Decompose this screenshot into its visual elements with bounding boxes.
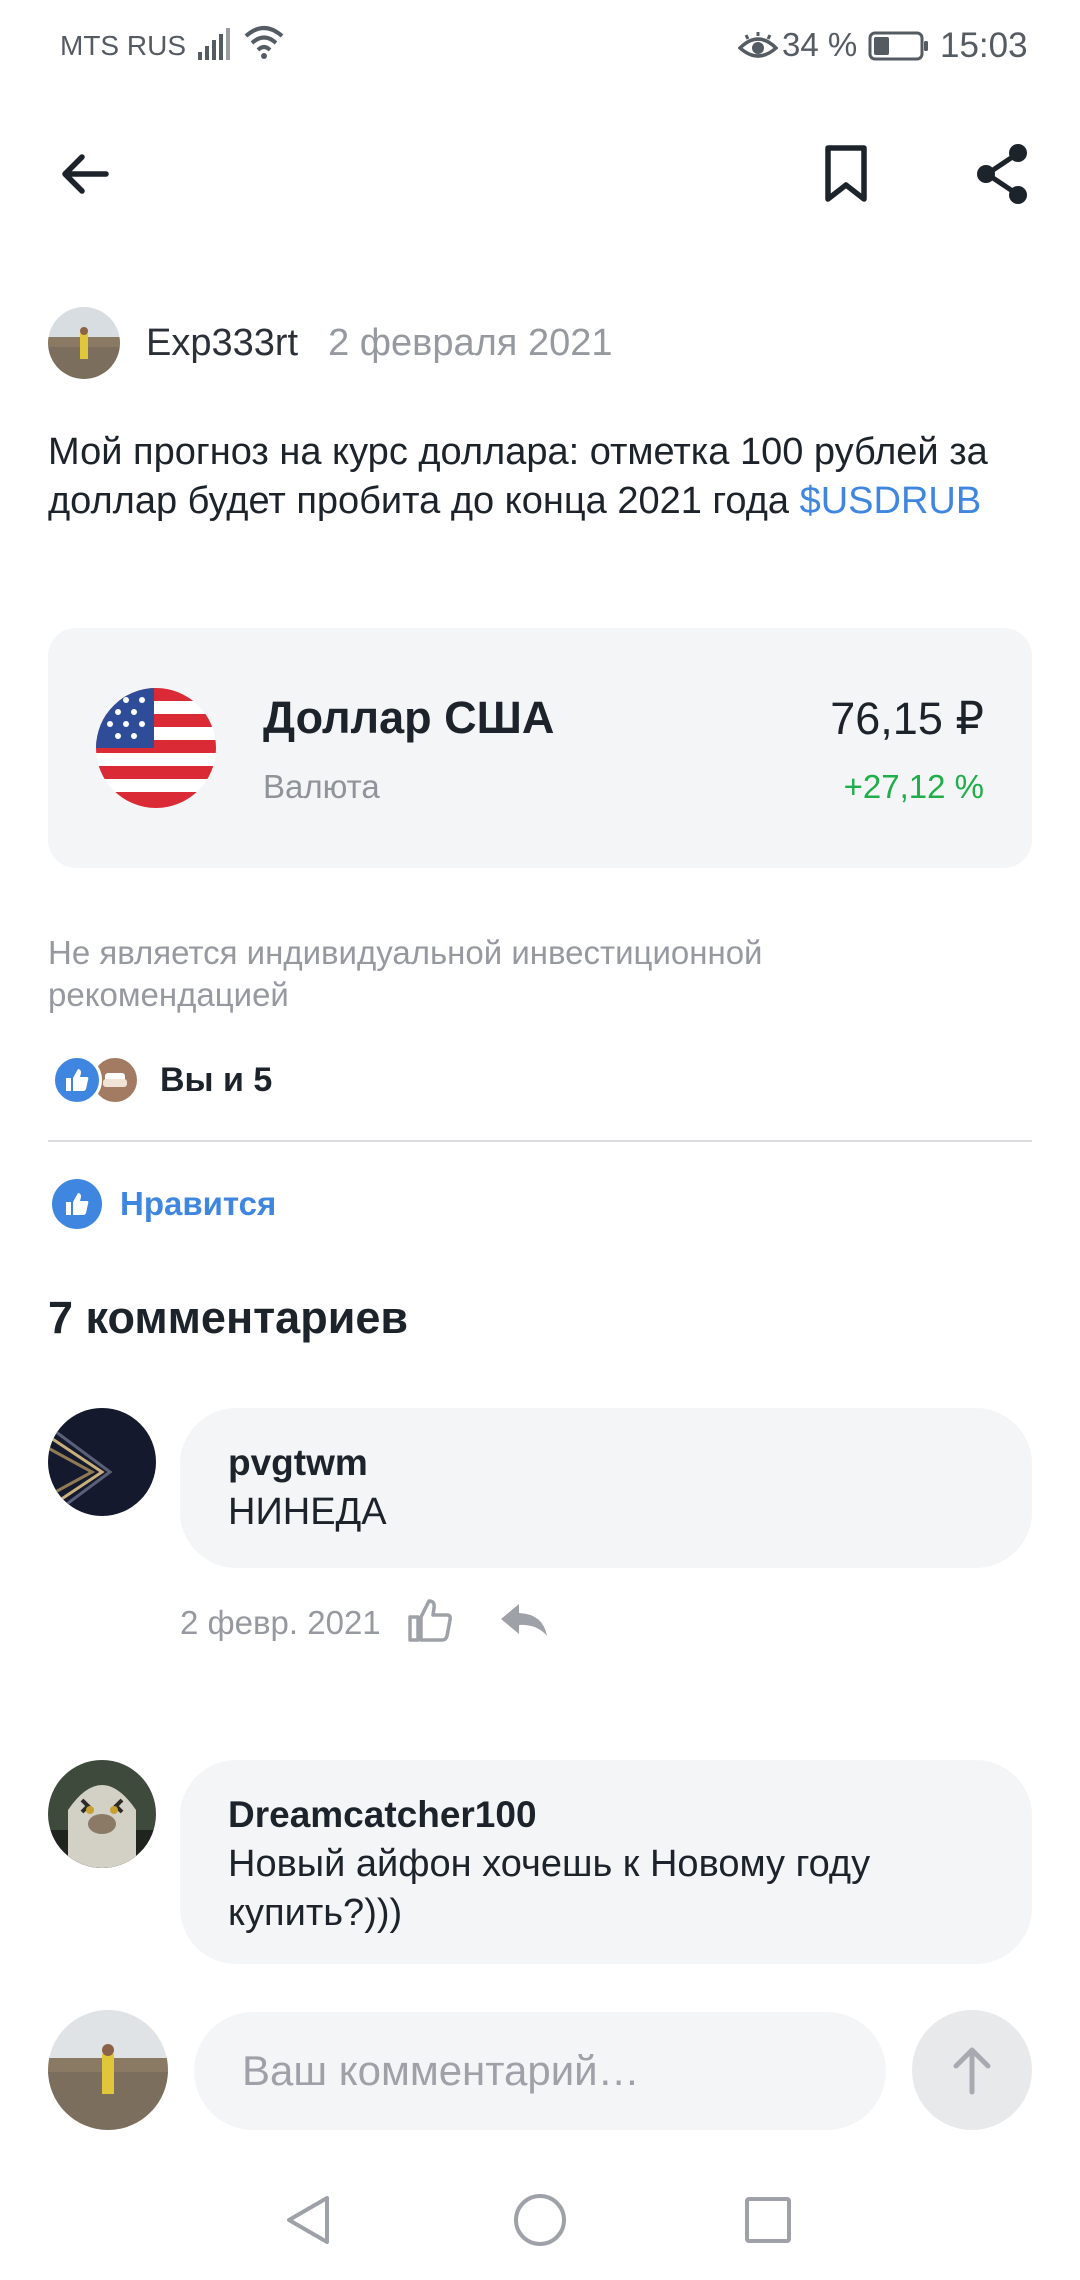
top-toolbar [0, 130, 1080, 220]
square-recents-icon [745, 2197, 791, 2243]
comment-item: Dreamcatcher100 Новый айфон хочешь к Нов… [48, 1760, 1032, 1964]
battery-percent: 34 % [782, 26, 858, 63]
commenter-avatar[interactable] [48, 1760, 156, 1868]
commenter-name[interactable]: Dreamcatcher100 [228, 1790, 984, 1840]
arrow-left-icon [62, 154, 109, 194]
divider [48, 1140, 1032, 1142]
bookmark-button[interactable] [806, 134, 886, 214]
comment-bubble[interactable]: pvgtwm НИНЕДА [180, 1408, 1032, 1568]
carrier-label: MTS RUS [60, 30, 186, 61]
thumbs-up-icon [52, 1055, 102, 1105]
share-button[interactable] [962, 134, 1042, 214]
triangle-back-icon [287, 2196, 329, 2244]
comment-text: Новый айфон хочешь к Новому году купить?… [228, 1843, 871, 1934]
commenter-name[interactable]: pvgtwm [228, 1438, 984, 1488]
like-button[interactable]: Нравится [52, 1176, 276, 1232]
nav-home-button[interactable] [500, 2180, 580, 2260]
instrument-card[interactable]: Доллар США Валюта 76,15 ₽ +27,12 % [48, 628, 1032, 868]
system-nav-bar [0, 2150, 1080, 2280]
ticker-link[interactable]: $USDRUB [800, 480, 982, 522]
nav-recents-button[interactable] [728, 2180, 808, 2260]
instrument-price: 76,15 ₽ [830, 693, 984, 744]
instrument-change: +27,12 % [843, 768, 984, 805]
instrument-type: Валюта [263, 768, 380, 805]
comments-title: 7 комментариев [48, 1292, 409, 1343]
disclaimer: Не является индивидуальной инвестиционно… [48, 934, 763, 1013]
comment-like-icon[interactable] [405, 1596, 455, 1649]
arrow-up-icon [953, 2047, 991, 2095]
status-bar: MTS RUS 34 % 15:03 [0, 0, 1080, 96]
author-name[interactable]: Exp333rt [146, 322, 298, 365]
instrument-name: Доллар США [263, 692, 555, 743]
battery-icon [868, 30, 930, 67]
signal-icon [196, 26, 232, 67]
clock: 15:03 [940, 26, 1028, 65]
comment-input-bar [0, 1990, 1080, 2150]
back-button[interactable] [44, 134, 124, 214]
likes-count: Вы и 5 [160, 1060, 273, 1099]
comment-input[interactable] [194, 2012, 886, 2130]
thumbs-up-icon [52, 1179, 102, 1229]
comment-meta: 2 февр. 2021 [180, 1596, 549, 1649]
circle-home-icon [514, 2194, 566, 2246]
send-button[interactable] [912, 2010, 1032, 2130]
us-flag-icon [96, 688, 216, 808]
comment-bubble[interactable]: Dreamcatcher100 Новый айфон хочешь к Нов… [180, 1760, 1032, 1964]
nav-back-button[interactable] [268, 2180, 348, 2260]
current-user-avatar [48, 2010, 168, 2130]
eye-comfort-icon [737, 30, 779, 67]
post-author-row: Exp333rt 2 февраля 2021 [48, 305, 612, 381]
likes-summary[interactable]: Вы и 5 [52, 1052, 272, 1108]
author-avatar[interactable] [48, 307, 120, 379]
bookmark-icon [825, 145, 867, 202]
post-date: 2 февраля 2021 [328, 321, 613, 364]
comment-date: 2 февр. 2021 [180, 1603, 381, 1641]
comment-text: НИНЕДА [228, 1491, 387, 1533]
commenter-avatar[interactable] [48, 1408, 156, 1516]
comment-reply-icon[interactable] [499, 1600, 549, 1645]
share-icon [977, 144, 1027, 204]
like-button-label: Нравится [120, 1185, 277, 1222]
post-text: Мой прогноз на курс доллара: отметка 100… [48, 428, 1038, 526]
comment-item: pvgtwm НИНЕДА 2 февр. 2021 [48, 1408, 1032, 1648]
wifi-icon [244, 24, 284, 65]
